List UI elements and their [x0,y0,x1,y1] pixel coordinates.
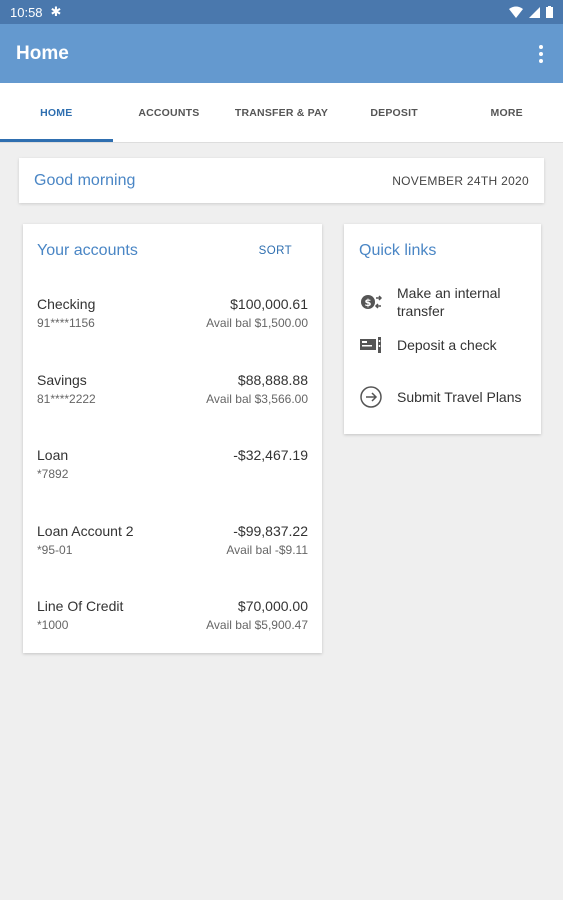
quick-link-travel-plans[interactable]: Submit Travel Plans [359,385,526,409]
status-icons [509,6,553,18]
tab-deposit[interactable]: DEPOSIT [338,83,451,142]
tab-bar: HOME ACCOUNTS TRANSFER & PAY DEPOSIT MOR… [0,83,563,143]
accounts-header: Your accounts SORT [37,224,308,278]
account-row-loan-account-2[interactable]: Loan Account 2 *95-01 -$99,837.22 Avail ba… [37,505,308,581]
settings-gear-icon: ✱ [50,4,62,19]
arrow-circle-icon [359,385,383,409]
overflow-menu-icon[interactable] [535,39,547,69]
battery-icon [546,6,553,18]
account-row-line-of-credit[interactable]: Line Of Credit *1000 $70,000.00 Avail bal … [37,580,308,656]
signal-icon [529,6,540,18]
account-balance: $88,888.88 [237,371,308,388]
account-row-savings[interactable]: Savings 81****2222 $88,888.88 Avail bal $3… [37,354,308,430]
account-available: Avail bal -$9.11 [226,542,308,557]
account-name: Savings [37,371,87,388]
tab-more[interactable]: MORE [450,83,563,142]
page-title: Home [16,42,69,64]
sort-button[interactable]: SORT [259,245,292,257]
account-row-checking[interactable]: Checking 91****1156 $100,000.61 Avail bal … [37,278,308,354]
tab-home[interactable]: HOME [0,83,113,142]
account-balance: -$32,467.19 [233,447,308,463]
quick-link-label: Make an internal transfer [397,285,501,319]
check-deposit-icon [359,333,383,357]
account-available: Avail bal $3,566.00 [206,391,308,406]
account-name: Loan [37,447,69,463]
quick-links-card: Quick links $ Make an internal transfer … [344,224,541,434]
svg-text:$: $ [365,298,372,309]
account-number: *95-01 [37,542,73,557]
quick-link-label: Deposit a check [397,337,497,353]
transfer-icon: $ [359,290,383,314]
quick-links-title: Quick links [359,242,437,259]
quick-links-header: Quick links [359,224,526,278]
greeting-banner: Good morning NOVEMBER 24TH 2020 [19,158,544,203]
quick-link-label: Submit Travel Plans [397,389,522,405]
account-number: 91****1156 [37,316,95,330]
account-name: Checking [37,296,96,312]
quick-link-deposit-check[interactable]: Deposit a check [359,333,526,357]
greeting-date: NOVEMBER 24TH 2020 [392,173,529,188]
account-balance: $100,000.61 [230,296,308,312]
account-balance: -$99,837.22 [233,522,308,539]
account-number: 81****2222 [37,391,96,406]
account-number: *7892 [37,467,69,481]
accounts-card: Your accounts SORT Checking 91****1156 $1… [23,224,322,653]
account-row-loan[interactable]: Loan *7892 -$32,467.19 [37,429,308,505]
status-time: 10:58 [10,4,43,20]
account-number: *1000 [37,618,69,632]
account-available: Avail bal $5,900.47 [206,618,308,632]
tab-transfer-pay[interactable]: TRANSFER & PAY [225,83,338,142]
wifi-icon [509,6,523,18]
app-bar: Home [0,24,563,83]
account-available: Avail bal $1,500.00 [206,316,308,330]
account-name: Loan Account 2 [37,522,134,539]
account-name: Line Of Credit [37,598,124,614]
account-balance: $70,000.00 [237,598,308,614]
greeting-text: Good morning [34,171,136,189]
tab-accounts[interactable]: ACCOUNTS [113,83,226,142]
quick-link-internal-transfer[interactable]: $ Make an internal transfer [359,282,526,322]
accounts-title: Your accounts [37,242,138,259]
status-bar: 10:58 ✱ [0,0,563,24]
